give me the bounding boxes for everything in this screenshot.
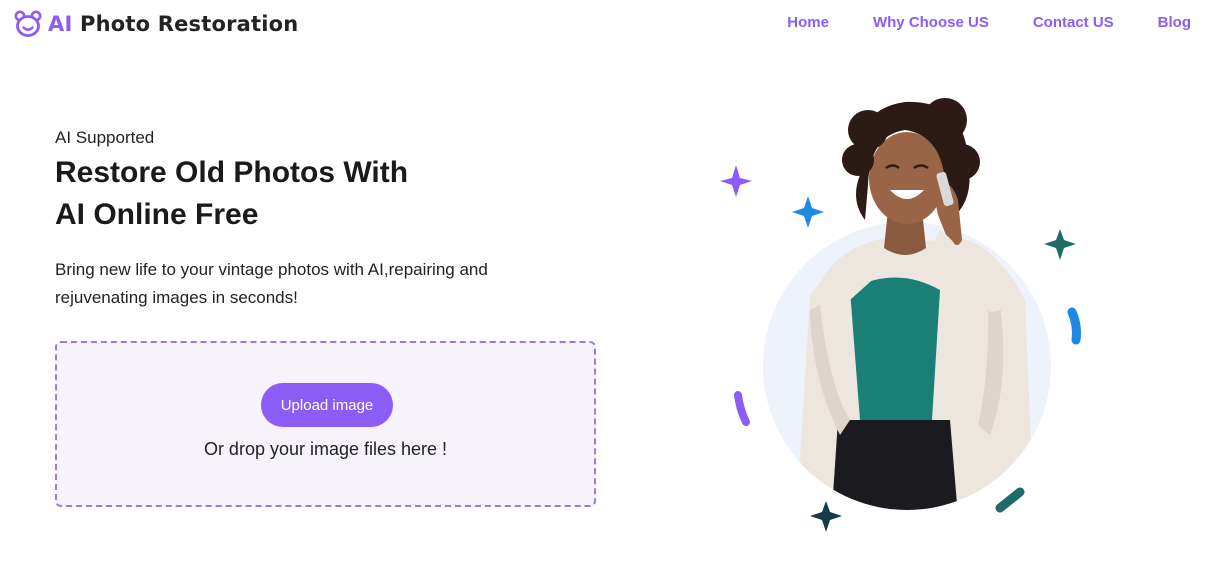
logo-accent: AI (48, 12, 73, 36)
hero-eyebrow: AI Supported (55, 128, 155, 147)
nav-link-blog[interactable]: Blog (1158, 14, 1191, 32)
hero-illustration (700, 90, 1120, 540)
sparkle-icon (1044, 229, 1076, 260)
sparkle-icon (792, 196, 824, 228)
pill-decoration (734, 391, 750, 426)
main-nav: Home Why Choose US Contact US Blog (743, 14, 1191, 32)
logo-link[interactable]: AI Photo Restoration (14, 10, 298, 38)
nav-link-home[interactable]: Home (787, 14, 829, 32)
sparkle-icon (720, 165, 752, 197)
upload-image-button[interactable]: Upload image (261, 383, 393, 427)
upload-dropzone[interactable]: Upload image Or drop your image files he… (55, 341, 596, 507)
nav-link-why-choose-us[interactable]: Why Choose US (873, 14, 989, 32)
bear-face-icon (14, 10, 42, 38)
page: AI Photo Restoration Home Why Choose US … (0, 0, 1211, 561)
pill-decoration (1067, 307, 1081, 345)
hero-title-line-1: Restore Old Photos With (55, 156, 409, 189)
drop-files-text: Or drop your image files here ! (203, 439, 448, 459)
hero-title: Restore Old Photos With AI Online Free (55, 152, 615, 236)
nav-link-contact-us[interactable]: Contact US (1033, 14, 1114, 32)
hero-description: Bring new life to your vintage photos wi… (55, 260, 488, 307)
woman-on-phone-photo (795, 98, 1035, 510)
pill-decoration (995, 487, 1025, 513)
sparkle-icon (810, 501, 842, 532)
logo-text: AI Photo Restoration (48, 12, 298, 36)
hero-title-line-2: AI Online Free (55, 198, 259, 231)
logo-name: Photo Restoration (72, 12, 299, 36)
